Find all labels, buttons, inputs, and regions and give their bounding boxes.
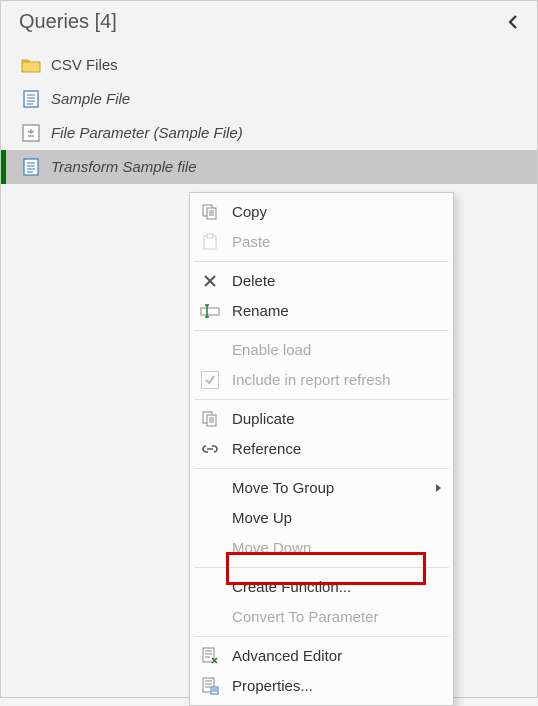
menu-advanced-editor[interactable]: Advanced Editor (190, 641, 453, 671)
query-item-sample-file[interactable]: Sample File (1, 82, 537, 116)
menu-separator (194, 330, 449, 331)
context-menu: Copy Paste Delete Rename Enable load Inc… (189, 192, 454, 706)
menu-label: Delete (232, 273, 441, 290)
menu-paste: Paste (190, 227, 453, 257)
panel-header: Queries [4] (1, 1, 537, 48)
menu-label: Paste (232, 234, 441, 251)
reference-icon (200, 439, 220, 459)
menu-label: Include in report refresh (232, 372, 441, 389)
menu-include-refresh: Include in report refresh (190, 365, 453, 395)
blank-icon (200, 508, 220, 528)
menu-label: Rename (232, 303, 441, 320)
rename-icon (200, 301, 220, 321)
paste-icon (200, 232, 220, 252)
menu-label: Move Down (232, 540, 441, 557)
blank-icon (200, 577, 220, 597)
menu-convert-parameter: Convert To Parameter (190, 602, 453, 632)
menu-label: Duplicate (232, 411, 441, 428)
document-icon (21, 158, 41, 176)
menu-label: Convert To Parameter (232, 609, 441, 626)
menu-label: Create Function... (232, 579, 441, 596)
menu-label: Advanced Editor (232, 648, 441, 665)
menu-move-up[interactable]: Move Up (190, 503, 453, 533)
folder-icon (21, 56, 41, 74)
menu-separator (194, 261, 449, 262)
menu-label: Move To Group (232, 480, 424, 497)
menu-label: Properties... (232, 678, 441, 695)
query-list: CSV Files Sample File File Parameter (Sa… (1, 48, 537, 184)
copy-icon (200, 202, 220, 222)
query-item-transform-sample[interactable]: Transform Sample file (1, 150, 537, 184)
menu-properties[interactable]: Properties... (190, 671, 453, 701)
collapse-icon[interactable] (507, 15, 523, 31)
query-item-file-parameter[interactable]: File Parameter (Sample File) (1, 116, 537, 150)
menu-copy[interactable]: Copy (190, 197, 453, 227)
panel-title: Queries [4] (19, 11, 117, 34)
advanced-editor-icon (200, 646, 220, 666)
menu-move-down: Move Down (190, 533, 453, 563)
menu-create-function[interactable]: Create Function... (190, 572, 453, 602)
query-label: Sample File (51, 91, 130, 108)
query-label: Transform Sample file (51, 159, 197, 176)
submenu-arrow-icon (436, 484, 441, 492)
query-label: CSV Files (51, 57, 118, 74)
menu-separator (194, 468, 449, 469)
menu-separator (194, 636, 449, 637)
query-item-csv-files[interactable]: CSV Files (1, 48, 537, 82)
menu-separator (194, 399, 449, 400)
menu-delete[interactable]: Delete (190, 266, 453, 296)
menu-label: Enable load (232, 342, 441, 359)
blank-icon (200, 340, 220, 360)
document-icon (21, 90, 41, 108)
duplicate-icon (200, 409, 220, 429)
menu-reference[interactable]: Reference (190, 434, 453, 464)
menu-label: Copy (232, 204, 441, 221)
menu-rename[interactable]: Rename (190, 296, 453, 326)
parameter-icon (21, 124, 41, 142)
menu-enable-load: Enable load (190, 335, 453, 365)
menu-label: Move Up (232, 510, 441, 527)
delete-icon (200, 271, 220, 291)
query-label: File Parameter (Sample File) (51, 125, 243, 142)
menu-duplicate[interactable]: Duplicate (190, 404, 453, 434)
menu-label: Reference (232, 441, 441, 458)
menu-separator (194, 567, 449, 568)
blank-icon (200, 478, 220, 498)
checkbox-checked-icon (200, 370, 220, 390)
blank-icon (200, 538, 220, 558)
properties-icon (200, 676, 220, 696)
menu-move-to-group[interactable]: Move To Group (190, 473, 453, 503)
blank-icon (200, 607, 220, 627)
